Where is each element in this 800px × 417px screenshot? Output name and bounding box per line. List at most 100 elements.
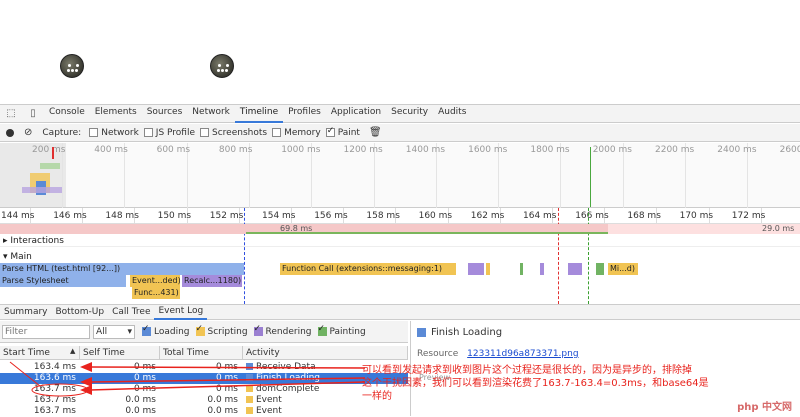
flame-block-yellow-1[interactable] [486,263,490,275]
overview-tick-label: 400 ms [94,145,128,155]
category-loading[interactable]: Loading [142,324,190,337]
arrow-line-1 [89,366,366,369]
overview-tick-label: 1800 ms [530,145,570,155]
overview-tick-label: 1600 ms [468,145,508,155]
checkbox-icon[interactable] [143,128,153,137]
overview-tick-label: 200 ms [32,145,66,155]
interactions-section[interactable]: ▸ Interactions [0,235,800,247]
category-scripting[interactable]: Scripting [195,324,248,337]
arrow-line-3 [89,381,366,391]
capture-label: Capture: [42,127,82,138]
checkbox-icon[interactable] [89,128,99,137]
capture-option-label: Memory [284,127,321,138]
loading-square-icon [417,328,426,337]
bottom-tab-call-tree[interactable]: Call Tree [108,305,154,319]
trash-icon[interactable]: 🗑 [369,127,382,138]
ruler-tick-label: 170 ms [679,211,714,221]
timeline-toolbar: ⊘ Capture: Network JS Profile Screenshots M… [0,124,800,142]
category-select[interactable]: All ▾ [93,324,135,339]
tab-security[interactable]: Security [386,104,433,123]
image-ball-2 [210,54,234,78]
annotation-circle [31,383,89,397]
tab-elements[interactable]: Elements [90,104,142,123]
category-painting[interactable]: Painting [317,324,366,337]
interactions-label: Interactions [10,236,64,246]
category-label: Painting [329,326,366,337]
checkbox-icon[interactable] [200,128,210,137]
network-progress [246,232,608,234]
checkbox-icon[interactable] [325,126,335,137]
clear-icon[interactable]: ⊘ [24,127,32,138]
overview-green-marker [590,147,591,207]
flame-block-purple-2[interactable] [540,263,544,275]
ruler-tick-label: 166 ms [575,211,609,221]
arrow-head-1 [80,362,92,372]
overview-tick-label: 1000 ms [281,145,321,155]
tab-profiles[interactable]: Profiles [283,104,326,123]
flame-recalc[interactable]: Recalc...1180) [182,275,242,287]
flame-block-green-2[interactable] [596,263,604,275]
capture-options: Network JS Profile Screenshots Memory Paint [89,126,365,138]
category-label: Rendering [265,326,312,337]
capture-screenshots[interactable]: Screenshots [200,128,267,138]
inspect-icon[interactable]: ⬚ [0,108,22,119]
flame-func431[interactable]: Func...431) [132,287,180,299]
devtools-tab-bar: ⬚ ▯ Console Elements Sources Network Timelin… [0,104,800,123]
ruler-tick-label: 156 ms [314,211,348,221]
overview-tick-label: 2400 ms [717,145,757,155]
main-section[interactable]: ▾ Main [0,251,800,263]
category-rendering[interactable]: Rendering [253,324,312,337]
tab-audits[interactable]: Audits [433,104,471,123]
ruler-tick-label: 154 ms [262,211,296,221]
ruler-tick-label: 152 ms [209,211,244,221]
checkbox-icon[interactable] [272,128,282,137]
tab-network[interactable]: Network [187,104,235,123]
flame-event-ded[interactable]: Event...ded) [130,275,180,287]
bottom-tab-bottom-up[interactable]: Bottom-Up [52,305,109,319]
ruler-tick-label: 158 ms [366,211,400,221]
overview-tick-label: 1200 ms [343,145,383,155]
timeline-overview[interactable]: 200 ms 400 ms 600 ms 800 ms 1000 ms 1200 ms 14… [0,143,800,208]
ruler-tick-label: 150 ms [157,211,192,221]
ruler-tick-label: 160 ms [418,211,453,221]
checkbox-icon[interactable] [195,324,205,336]
bottom-tab-summary[interactable]: Summary [0,305,52,319]
main-label: Main [10,252,32,262]
capture-option-label: Network [101,127,139,138]
flame-block-green-1[interactable] [520,263,523,275]
capture-memory[interactable]: Memory [272,128,321,138]
flame-function-call[interactable]: Function Call (extensions::messaging:1) [280,263,456,275]
capture-js-profile[interactable]: JS Profile [143,128,195,138]
overview-tick-label: 2000 ms [592,145,632,155]
detail-title: Finish Loading [431,327,503,338]
annotation-arrows [9,361,366,397]
tab-console[interactable]: Console [44,104,90,123]
tab-sources[interactable]: Sources [142,104,188,123]
checkbox-icon[interactable] [142,324,151,336]
bottom-tab-event-log[interactable]: Event Log [154,304,208,320]
capture-paint[interactable]: Paint [325,126,360,138]
flame-block-purple-3[interactable] [568,263,582,275]
device-toolbar-icon[interactable]: ▯ [22,108,44,119]
bottom-tab-bar: Summary Bottom-Up Call Tree Event Log [0,304,800,320]
capture-network[interactable]: Network [89,128,139,138]
ruler-tick-label: 146 ms [53,211,87,221]
category-filters: Loading Scripting Rendering Painting [142,324,366,337]
category-select-value: All [96,326,108,337]
flame-block-purple-1[interactable] [468,263,484,275]
ruler-tick-label: 148 ms [105,211,139,221]
record-icon[interactable] [6,128,14,137]
ruler-tick-label: 162 ms [470,211,505,221]
flame-parse-stylesheet[interactable]: Parse Stylesheet [0,275,126,287]
checkbox-icon[interactable] [253,324,263,336]
tab-application[interactable]: Application [326,104,386,123]
ruler-tick-label: 172 ms [731,211,766,221]
filter-input[interactable] [2,324,90,339]
tab-timeline[interactable]: Timeline [234,104,284,123]
flame-parse-html[interactable]: Parse HTML (test.html [92...]) [0,263,244,275]
overview-tick-label: 600 ms [156,145,191,155]
checkbox-icon[interactable] [317,324,327,336]
chevron-down-icon: ▾ [127,326,132,337]
flame-mi-d[interactable]: Mi...d) [608,263,638,275]
overview-red-marker [52,147,54,159]
